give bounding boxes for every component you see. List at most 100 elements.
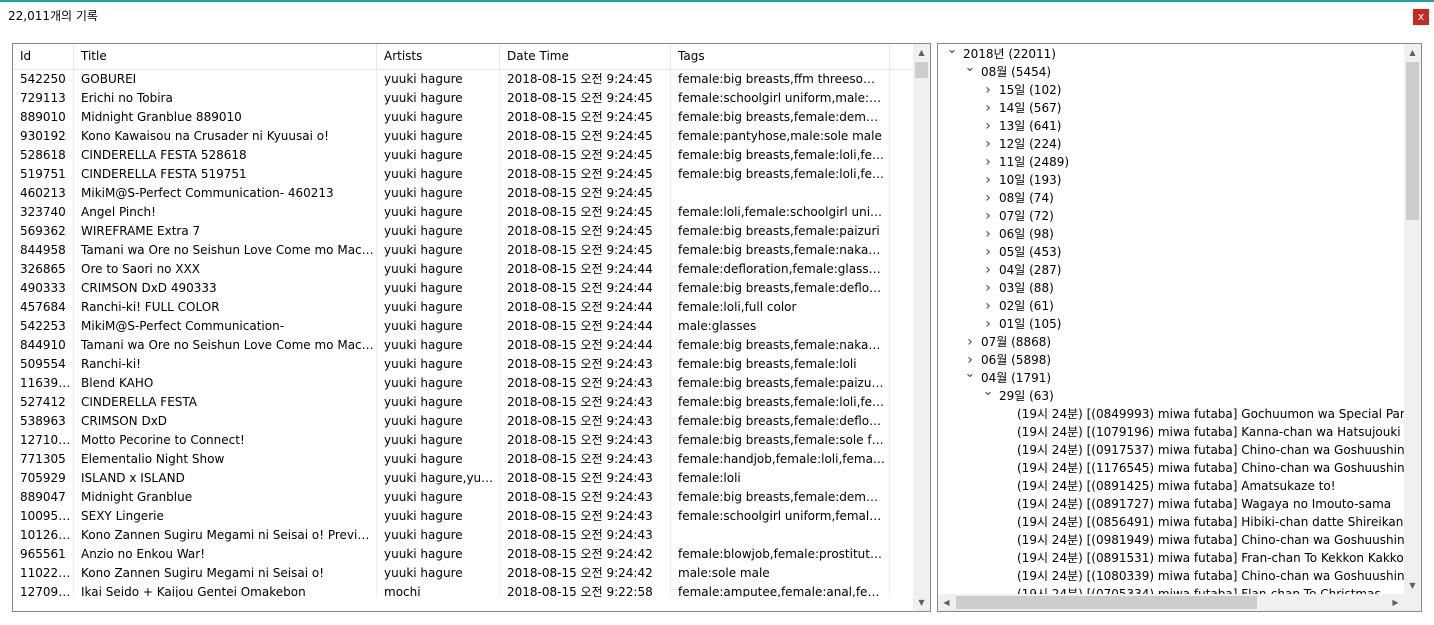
tree-scroll-up-arrow-icon[interactable]: ▲ — [1404, 44, 1421, 61]
table-row[interactable]: 844910 Tamani wa Ore no Seishun Love Come… — [13, 336, 915, 355]
chevron-right-icon[interactable]: › — [982, 81, 994, 99]
tree-node[interactable]: ⌄ 04월 (1791) — [938, 366, 1404, 387]
table-row[interactable]: 542250 GOBUREI yuuki hagure 2018-08-15 오전 9… — [13, 70, 915, 89]
table-row[interactable]: 569362 WIREFRAME Extra 7 yuuki hagure 2018-… — [13, 222, 915, 241]
table-row[interactable]: 1009558 SEXY Lingerie yuuki hagure 2018-08-… — [13, 507, 915, 526]
tree-node[interactable]: › 07일 (72) — [938, 207, 1404, 225]
chevron-down-icon[interactable]: ⌄ — [946, 44, 958, 59]
table-row[interactable]: 490333 CRIMSON DxD 490333 yuuki hagure 2018… — [13, 279, 915, 298]
table-row[interactable]: 965561 Anzio no Enkou War! yuuki hagure 201… — [13, 545, 915, 564]
tree-node[interactable]: › 06월 (5898) — [938, 351, 1404, 369]
chevron-right-icon[interactable]: › — [982, 153, 994, 171]
table-row[interactable]: 889047 Midnight Granblue yuuki hagure 2018-… — [13, 488, 915, 507]
tree-node[interactable]: ⌄ 08월 (5454) — [938, 60, 1404, 81]
chevron-right-icon[interactable]: › — [964, 333, 976, 351]
tree-node[interactable]: › 04일 (287) — [938, 261, 1404, 279]
tree-node[interactable]: › 15일 (102) — [938, 81, 1404, 99]
column-header-id[interactable]: Id — [13, 44, 74, 69]
table-row[interactable]: 771305 Elementalio Night Show yuuki hagure… — [13, 450, 915, 469]
tree-scroll-down-arrow-icon[interactable]: ▼ — [1404, 577, 1421, 594]
list-scroll-thumb[interactable] — [915, 62, 928, 78]
tree-node[interactable]: (19시 24분) [(0981949) miwa futaba] Chino-… — [938, 531, 1404, 549]
table-row[interactable]: 542253 MikiM@S-Perfect Communication-yuuk… — [13, 317, 915, 336]
tree-node[interactable]: › 05일 (453) — [938, 243, 1404, 261]
chevron-right-icon[interactable]: › — [982, 315, 994, 333]
tree-node[interactable]: › 07월 (8868) — [938, 333, 1404, 351]
table-row[interactable]: 323740 Angel Pinch! yuuki hagure 2018-08-15… — [13, 203, 915, 222]
table-row[interactable]: 889010 Midnight Granblue 889010 yuuki hagu… — [13, 108, 915, 127]
table-row[interactable]: 1270913 Ikai Seido + Kaijou Gentei Omakeb… — [13, 583, 915, 597]
table-row[interactable]: 527412 CINDERELLA FESTA yuuki hagure 2018-0… — [13, 393, 915, 412]
table-row[interactable]: 538963 CRIMSON DxD yuuki hagure 2018-08-15 … — [13, 412, 915, 431]
table-row[interactable]: 509554 Ranchi-ki! yuuki hagure 2018-08-15 오… — [13, 355, 915, 374]
table-row[interactable]: 930192 Kono Kawaisou na Crusader ni Kyuus… — [13, 127, 915, 146]
chevron-right-icon[interactable]: › — [982, 171, 994, 189]
column-header-tags[interactable]: Tags — [671, 44, 890, 69]
tree-node[interactable]: › 03일 (88) — [938, 279, 1404, 297]
table-row[interactable]: 1271001 Motto Pecorine to Connect! yuuki h… — [13, 431, 915, 450]
table-row[interactable]: 528618 CINDERELLA FESTA 528618 yuuki hagur… — [13, 146, 915, 165]
table-row[interactable]: 1102258 Kono Zannen Sugiru Megami ni Seis… — [13, 564, 915, 583]
column-header-artists[interactable]: Artists — [377, 44, 500, 69]
tree-node[interactable]: (19시 24분) [(0891425) miwa futaba] Amatsu… — [938, 477, 1404, 495]
tree-node[interactable]: ⌄ 2018년 (22011) — [938, 44, 1404, 63]
chevron-right-icon[interactable]: › — [982, 261, 994, 279]
tree-horizontal-scrollbar[interactable]: ◀ ▶ — [938, 594, 1404, 611]
table-row[interactable]: 844958 Tamani wa Ore no Seishun Love Come… — [13, 241, 915, 260]
cell-date-time: 2018-08-15 오전 9:24:45 — [500, 127, 671, 146]
chevron-right-icon[interactable]: › — [982, 135, 994, 153]
tree-node[interactable]: › 14일 (567) — [938, 99, 1404, 117]
table-row[interactable]: 1163925 Blend KAHO yuuki hagure 2018-08-15 … — [13, 374, 915, 393]
tree-node[interactable]: (19시 24분) [(1176545) miwa futaba] Chino-… — [938, 459, 1404, 477]
tree-node[interactable]: › 06일 (98) — [938, 225, 1404, 243]
tree-node[interactable]: (19시 24분) [(0917537) miwa futaba] Chino-… — [938, 441, 1404, 459]
tree-scroll-thumb[interactable] — [1406, 62, 1419, 220]
tree-node[interactable]: (19시 24분) [(0891531) miwa futaba] Fran-c… — [938, 549, 1404, 567]
close-button[interactable]: x — [1413, 9, 1429, 25]
chevron-right-icon[interactable]: › — [982, 99, 994, 117]
cell-artists: yuuki hagure — [377, 317, 500, 336]
list-vertical-scrollbar[interactable]: ▲ ▼ — [913, 44, 930, 611]
tree-node[interactable]: ⌄ 29일 (63) — [938, 384, 1404, 405]
table-row[interactable]: 326865 Ore to Saori no XXX yuuki hagure 201… — [13, 260, 915, 279]
table-row[interactable]: 460213 MikiM@S-Perfect Communication- 460… — [13, 184, 915, 203]
tree-scroll-left-arrow-icon[interactable]: ◀ — [938, 594, 955, 611]
table-row[interactable]: 1012662 Kono Zannen Sugiru Megami ni Seis… — [13, 526, 915, 545]
tree-node[interactable]: (19시 24분) [(0849993) miwa futaba] Gochuu… — [938, 405, 1404, 423]
chevron-right-icon[interactable]: › — [982, 297, 994, 315]
tree-node[interactable]: › 11일 (2489) — [938, 153, 1404, 171]
tree-scroll-right-arrow-icon[interactable]: ▶ — [1387, 594, 1404, 611]
chevron-right-icon[interactable]: › — [982, 117, 994, 135]
chevron-right-icon[interactable]: › — [982, 189, 994, 207]
tree-node[interactable]: (19시 24분) [(1080339) miwa futaba] Chino-… — [938, 567, 1404, 585]
chevron-down-icon[interactable]: ⌄ — [982, 383, 994, 401]
chevron-right-icon[interactable]: › — [982, 207, 994, 225]
column-header-date-time[interactable]: Date Time — [500, 44, 671, 69]
table-row[interactable]: 729113 Erichi no Tobira yuuki hagure 2018-0… — [13, 89, 915, 108]
tree-node[interactable]: › 01일 (105) — [938, 315, 1404, 333]
chevron-right-icon[interactable]: › — [982, 279, 994, 297]
tree-horizontal-scroll-thumb[interactable] — [956, 596, 1257, 609]
records-list-view[interactable]: Id Title Artists Date Time Tags 542250 GO… — [12, 43, 931, 612]
tree-node[interactable]: › 10일 (193) — [938, 171, 1404, 189]
table-row[interactable]: 519751 CINDERELLA FESTA 519751 yuuki hagur… — [13, 165, 915, 184]
tree-node[interactable]: › 12일 (224) — [938, 135, 1404, 153]
cell-tags: female:big breasts,female:demon girl,fem… — [671, 488, 890, 507]
chevron-down-icon[interactable]: ⌄ — [964, 365, 976, 383]
table-row[interactable]: 705929 ISLAND x ISLAND yuuki hagure,yuuki … — [13, 469, 915, 488]
chevron-down-icon[interactable]: ⌄ — [964, 59, 976, 77]
tree-node[interactable]: (19시 24분) [(1079196) miwa futaba] Kanna-… — [938, 423, 1404, 441]
scroll-up-arrow-icon[interactable]: ▲ — [913, 44, 930, 61]
tree-node[interactable]: (19시 24분) [(0891727) miwa futaba] Wagaya… — [938, 495, 1404, 513]
column-header-title[interactable]: Title — [74, 44, 377, 69]
tree-node[interactable]: › 08일 (74) — [938, 189, 1404, 207]
scroll-down-arrow-icon[interactable]: ▼ — [913, 594, 930, 611]
chevron-right-icon[interactable]: › — [982, 243, 994, 261]
date-tree-view[interactable]: ⌄ 2018년 (22011) ⌄ 08월 (5454) › 15일 (102) › 14일 … — [937, 43, 1422, 612]
tree-node[interactable]: › 13일 (641) — [938, 117, 1404, 135]
table-row[interactable]: 457684 Ranchi-ki! FULL COLOR yuuki hagure 2… — [13, 298, 915, 317]
tree-node[interactable]: (19시 24분) [(0856491) miwa futaba] Hibiki… — [938, 513, 1404, 531]
tree-vertical-scrollbar[interactable]: ▲ ▼ — [1404, 44, 1421, 594]
chevron-right-icon[interactable]: › — [982, 225, 994, 243]
tree-node[interactable]: › 02일 (61) — [938, 297, 1404, 315]
